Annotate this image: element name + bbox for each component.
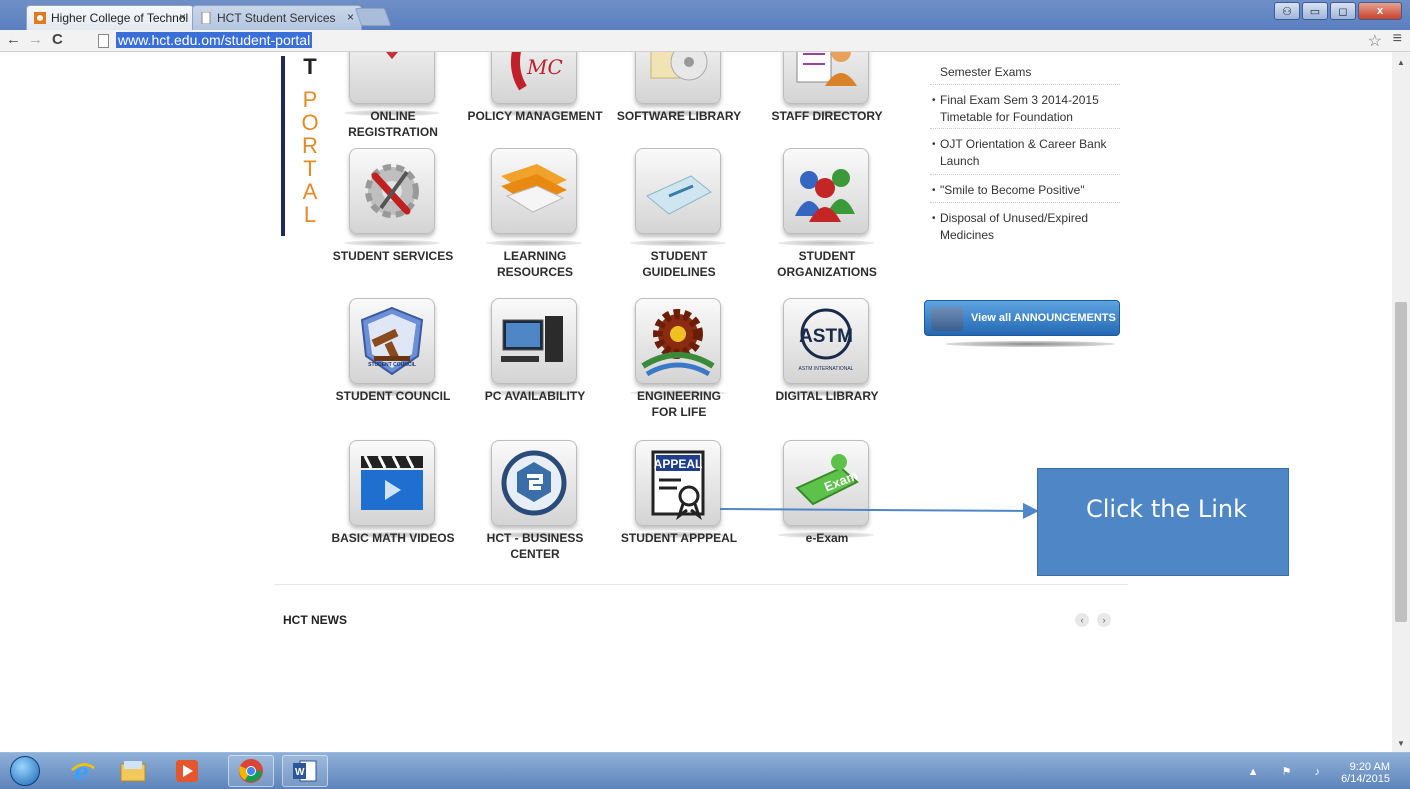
windows-taskbar: e W ▲ ⚑ ♪ 9:20 AM 6/14/2015 (0, 752, 1410, 789)
start-button[interactable] (4, 755, 46, 787)
forward-arrow-icon[interactable]: → (28, 31, 43, 48)
scroll-thumb[interactable] (1395, 302, 1407, 622)
file-explorer-icon[interactable] (112, 755, 154, 787)
page-favicon-icon (201, 12, 211, 24)
svg-text:e: e (74, 758, 89, 784)
restore-profile-button[interactable]: ⚇ (1274, 2, 1300, 20)
back-arrow-icon[interactable]: ← (6, 31, 21, 48)
annotation-callout: Click the Link (1037, 468, 1289, 576)
bookmark-star-icon[interactable]: ☆ (1368, 31, 1382, 51)
tab-student-services[interactable]: HCT Student Services × (192, 5, 362, 30)
page-scrollbar[interactable]: ▲ ▼ (1392, 52, 1410, 752)
scroll-up-icon[interactable]: ▲ (1397, 58, 1405, 67)
window-controls: ⚇ ▭ ◻ x (1274, 2, 1402, 20)
internet-explorer-icon[interactable]: e (62, 755, 104, 787)
chrome-icon[interactable] (228, 755, 274, 787)
svg-text:W: W (295, 767, 305, 778)
page-icon (98, 34, 109, 48)
new-tab-button[interactable] (354, 8, 392, 26)
windows-start-icon (10, 756, 40, 786)
tab-title: HCT Student Services (217, 11, 336, 25)
hct-favicon-icon (34, 12, 46, 24)
tab-title: Higher College of Technol (51, 11, 189, 25)
tab-hct-home[interactable]: Higher College of Technol × (26, 5, 194, 30)
browser-toolbar: ← → C www.hct.edu.om/student-portal ☆ ≡ (0, 30, 1410, 52)
maximize-button[interactable]: ◻ (1330, 2, 1356, 20)
word-icon[interactable]: W (282, 755, 328, 787)
scroll-down-icon[interactable]: ▼ (1397, 739, 1405, 748)
browser-tab-strip: Higher College of Technol × HCT Student … (0, 0, 1410, 30)
annotation-arrow (719, 502, 1039, 519)
reload-icon[interactable]: C (52, 31, 63, 48)
address-bar[interactable]: www.hct.edu.om/student-portal (96, 32, 1354, 50)
tab-close-icon[interactable]: × (179, 10, 186, 24)
callout-text: Click the Link (1086, 495, 1247, 523)
url-text: www.hct.edu.om/student-portal (116, 32, 313, 48)
clock-time: 9:20 AM (1349, 761, 1390, 773)
page-content: TPORTAL ONLINE REGISTRATION MC POLICY MANA… (0, 52, 1392, 752)
clock[interactable]: 9:20 AM 6/14/2015 (1341, 761, 1390, 785)
minimize-button[interactable]: ▭ (1302, 2, 1328, 20)
system-tray-icons[interactable]: ▲ ⚑ ♪ (1248, 765, 1330, 778)
clock-date: 6/14/2015 (1341, 773, 1390, 785)
media-player-icon[interactable] (166, 755, 208, 787)
close-window-button[interactable]: x (1358, 2, 1402, 20)
tab-close-icon[interactable]: × (347, 10, 354, 24)
menu-icon[interactable]: ≡ (1393, 30, 1402, 48)
